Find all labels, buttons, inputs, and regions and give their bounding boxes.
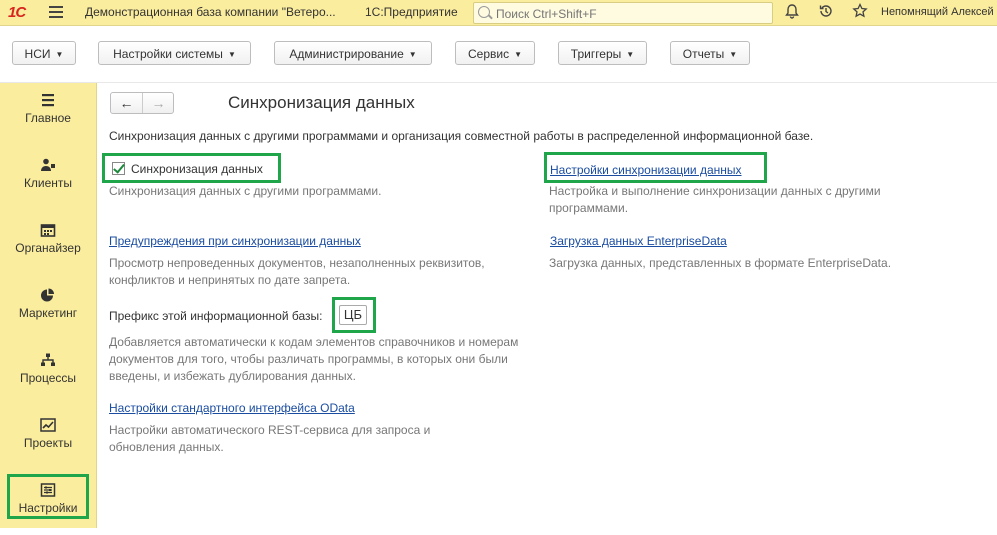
chevron-down-icon: ▼	[626, 49, 635, 59]
menu-triggers-button[interactable]: Триггеры ▼	[558, 41, 647, 65]
sidebar-item-label: Главное	[25, 111, 71, 125]
menu-reports-button[interactable]: Отчеты ▼	[670, 41, 750, 65]
enterprise-data-desc: Загрузка данных, представленных в формат…	[549, 256, 892, 270]
prefix-label: Префикс этой информационной базы:	[109, 309, 323, 323]
sync-settings-link[interactable]: Настройки синхронизации данных	[550, 163, 742, 177]
main-content: ← → Синхронизация данных Синхронизация д…	[97, 83, 997, 528]
menu-nsi-button[interactable]: НСИ ▼	[12, 41, 76, 65]
sidebar-item-marketing[interactable]: Маркетинг	[0, 280, 96, 340]
menu-system-settings-button[interactable]: Настройки системы ▼	[98, 41, 251, 65]
calendar-icon	[40, 224, 56, 237]
page-intro: Синхронизация данных с другими программа…	[109, 129, 814, 143]
nav-buttons: ← →	[110, 92, 174, 114]
menu-triggers-label: Триггеры	[570, 47, 622, 61]
users-icon	[41, 158, 55, 171]
menu-service-label: Сервис	[467, 47, 510, 61]
search-input[interactable]	[494, 5, 768, 22]
chevron-down-icon: ▼	[408, 49, 417, 59]
sidebar-item-label: Маркетинг	[18, 306, 78, 320]
title-bar: 1С Демонстрационная база компании "Ветер…	[0, 0, 997, 26]
menu-service-button[interactable]: Сервис ▼	[455, 41, 535, 65]
menu-nsi-label: НСИ	[24, 47, 51, 61]
sync-warnings-desc: Просмотр непроведенных документов, незап…	[109, 256, 485, 287]
favorites-star-icon[interactable]	[851, 2, 869, 21]
line-chart-icon	[40, 418, 56, 432]
hierarchy-icon	[41, 353, 55, 366]
odata-settings-link[interactable]: Настройки стандартного интерфейса OData	[109, 401, 355, 415]
settings-sliders-icon	[40, 483, 56, 497]
pie-chart-icon	[41, 288, 54, 302]
sidebar-item-settings[interactable]: Настройки	[0, 475, 96, 535]
odata-settings-desc: Настройки автоматического REST-сервиса д…	[109, 423, 431, 454]
menu-system-settings-label: Настройки системы	[113, 47, 223, 61]
sidebar-item-label: Проекты	[23, 436, 73, 450]
app-logo: 1С	[8, 4, 26, 21]
search-box[interactable]	[473, 2, 773, 24]
sidebar-item-clients[interactable]: Клиенты	[0, 150, 96, 210]
chevron-down-icon: ▼	[514, 49, 522, 59]
app-title: Демонстрационная база компании "Ветеро..…	[85, 5, 336, 19]
sync-checkbox-desc: Синхронизация данных с другими программа…	[109, 184, 382, 198]
sync-checkbox[interactable]	[112, 162, 125, 175]
history-icon[interactable]	[817, 3, 835, 21]
page-title: Синхронизация данных	[228, 93, 415, 112]
chevron-down-icon: ▼	[227, 49, 236, 59]
sidebar-item-organizer[interactable]: Органайзер	[0, 215, 96, 275]
forward-arrow-icon[interactable]: →	[143, 93, 174, 113]
function-menu-bar: НСИ ▼ Настройки системы ▼ Администрировани…	[0, 26, 997, 83]
sync-settings-desc: Настройка и выполнение синхронизации дан…	[549, 184, 881, 215]
user-name[interactable]: Непомнящий Алексей Е	[881, 6, 997, 18]
sidebar-item-label: Настройки	[18, 501, 78, 515]
sidebar-item-label: Органайзер	[15, 241, 81, 255]
menu-administration-button[interactable]: Администрирование ▼	[274, 41, 432, 65]
sidebar-item-processes[interactable]: Процессы	[0, 345, 96, 405]
search-icon	[478, 6, 490, 18]
menu-reports-label: Отчеты	[682, 47, 725, 61]
sidebar-item-label: Клиенты	[23, 176, 73, 190]
bell-icon[interactable]	[783, 3, 801, 21]
chevron-down-icon: ▼	[55, 49, 64, 59]
sync-warnings-link[interactable]: Предупреждения при синхронизации данных	[109, 234, 361, 248]
sync-checkbox-label[interactable]: Синхронизация данных	[131, 162, 263, 176]
sidebar-item-projects[interactable]: Проекты	[0, 410, 96, 470]
sections-sidebar: Главное Клиенты Органайзер Маркетинг Про…	[0, 83, 97, 528]
prefix-desc: Добавляется автоматически к кодам элемен…	[109, 335, 519, 383]
enterprise-data-link[interactable]: Загрузка данных EnterpriseData	[550, 234, 727, 248]
main-menu-icon[interactable]	[49, 6, 63, 18]
menu-list-icon	[42, 94, 54, 107]
sidebar-item-main[interactable]: Главное	[0, 85, 96, 145]
menu-administration-label: Администрирование	[289, 47, 404, 61]
chevron-down-icon: ▼	[729, 49, 738, 59]
platform-label: 1С:Предприятие	[365, 5, 458, 19]
back-arrow-icon[interactable]: ←	[111, 93, 143, 113]
sidebar-item-label: Процессы	[19, 371, 76, 385]
prefix-field[interactable]: ЦБ	[339, 305, 367, 325]
